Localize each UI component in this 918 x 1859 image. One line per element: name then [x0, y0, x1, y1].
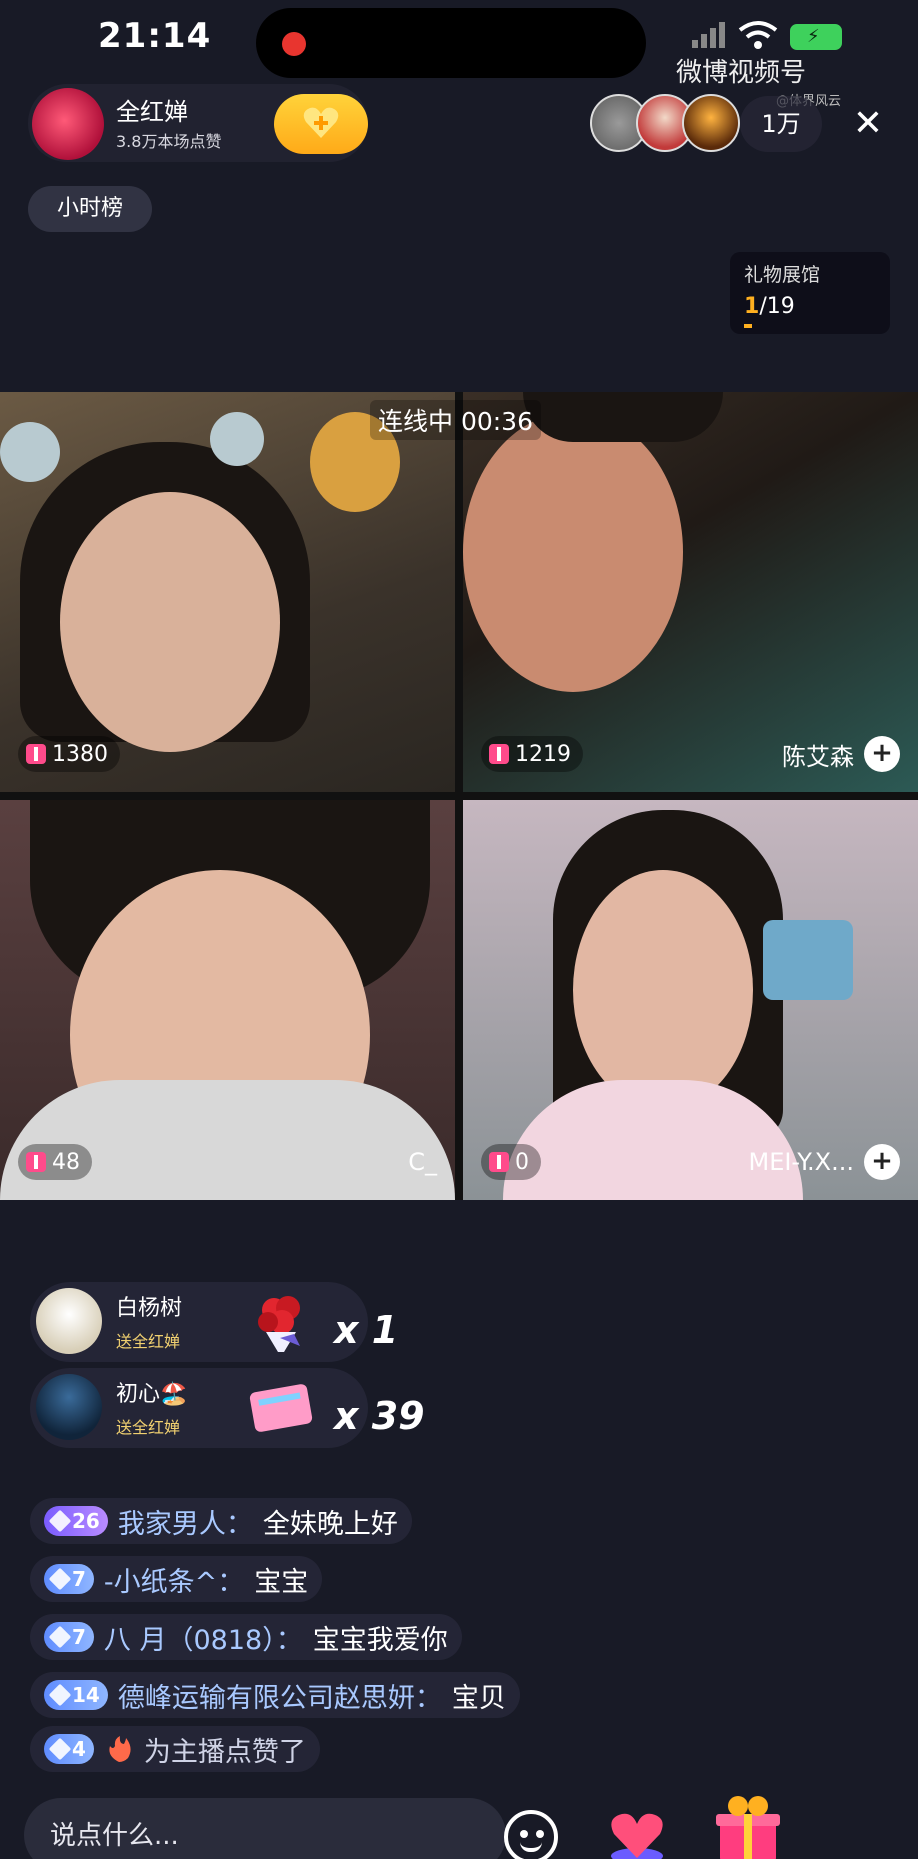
watermark-logo: 微博视频号	[676, 58, 807, 88]
score-icon	[26, 1152, 46, 1172]
viewer-count[interactable]: 1万	[740, 96, 822, 152]
level-badge: 7	[44, 1622, 94, 1652]
hourly-rank-tag[interactable]: 小时榜	[28, 186, 152, 232]
gem-icon	[48, 1683, 72, 1707]
rose-bouquet-icon	[258, 1296, 300, 1352]
tile-score: 1219	[481, 736, 583, 772]
chat-message[interactable]: 7 -小纸条^： 宝宝	[30, 1556, 323, 1602]
guest-name: 陈艾森 +	[782, 736, 900, 772]
chat-text: 宝宝	[254, 1566, 309, 1598]
heart-gift-icon[interactable]	[606, 1806, 668, 1859]
chat-message[interactable]: 7 八 月（0818）： 宝宝我爱你	[30, 1614, 462, 1660]
chat-text: 宝宝我爱你	[312, 1624, 448, 1656]
tile-score: 0	[481, 1144, 541, 1180]
avatar[interactable]	[36, 1374, 102, 1440]
battery-icon: ⚡	[790, 24, 842, 50]
level-value: 7	[72, 1567, 86, 1591]
gift-recipient: 送全红婵	[116, 1418, 181, 1437]
level-badge: 14	[44, 1680, 108, 1710]
gift-box-icon[interactable]	[708, 1786, 788, 1859]
gift-hall-count: 1/19	[744, 294, 795, 319]
pink-envelope-icon	[249, 1384, 313, 1432]
chat-username[interactable]: 我家男人：	[118, 1502, 253, 1541]
score-icon	[26, 744, 46, 764]
level-value: 7	[72, 1625, 86, 1649]
like-flame-icon	[109, 1736, 131, 1762]
chat-username[interactable]: 八 月（0818）：	[104, 1618, 303, 1657]
gift-notification: 初心🏖️ 送全红婵	[30, 1368, 368, 1448]
gem-icon	[48, 1509, 72, 1533]
dynamic-island	[256, 8, 646, 78]
gem-icon	[48, 1625, 72, 1649]
avatar[interactable]	[36, 1288, 102, 1354]
video-tile-guest[interactable]: 0 MEI-Y.X... +	[463, 800, 918, 1200]
video-tile-guest[interactable]: 48 C_	[0, 800, 455, 1200]
link-timer: 连线中 00:36	[370, 400, 541, 440]
gift-hall-label: 礼物展馆	[744, 264, 821, 286]
chat-message[interactable]: 14 德峰运输有限公司赵思妍： 宝贝	[30, 1672, 520, 1718]
video-tile-guest[interactable]: 1219 陈艾森 +	[463, 392, 918, 792]
gift-sender-name: 白杨树	[116, 1296, 183, 1321]
follow-guest-button[interactable]: +	[864, 1144, 900, 1180]
tile-score-value: 1219	[515, 741, 571, 767]
gift-sender-name: 初心🏖️	[116, 1382, 188, 1407]
level-value: 26	[72, 1509, 100, 1533]
chat-text: 全妹晚上好	[262, 1508, 398, 1540]
tile-score-value: 0	[515, 1149, 529, 1175]
host-avatar[interactable]	[32, 88, 104, 160]
comment-input[interactable]: 说点什么...	[24, 1798, 506, 1859]
heart-plus-icon	[303, 107, 339, 138]
follow-button[interactable]	[274, 94, 368, 154]
gem-icon	[48, 1567, 72, 1591]
video-grid: 1380 1219 陈艾森 + 48 C_ 0 MEI-Y.X... + 连线中 0…	[0, 392, 918, 1200]
chat-message[interactable]: 4 为主播点赞了	[30, 1726, 320, 1772]
host-likes: 3.8万本场点赞	[116, 132, 222, 151]
level-badge: 7	[44, 1564, 94, 1594]
guest-name: C_	[408, 1144, 437, 1180]
guest-name-text: C_	[408, 1148, 437, 1176]
chat-text: 宝贝	[451, 1682, 506, 1714]
score-icon	[489, 744, 509, 764]
level-badge: 4	[44, 1734, 94, 1764]
gem-icon	[48, 1737, 72, 1761]
score-icon	[489, 1152, 509, 1172]
tile-score: 48	[18, 1144, 92, 1180]
gift-recipient: 送全红婵	[116, 1332, 181, 1351]
host-name: 全红婵	[116, 98, 188, 126]
status-time: 21:14	[98, 16, 212, 56]
tile-score-value: 1380	[52, 741, 108, 767]
gift-notification: 白杨树 送全红婵	[30, 1282, 368, 1362]
tile-score: 1380	[18, 736, 120, 772]
close-icon[interactable]: ✕	[840, 96, 896, 152]
gift-hall[interactable]: 礼物展馆 1/19	[730, 252, 890, 334]
viewer-avatar[interactable]	[682, 94, 740, 152]
guest-name: MEI-Y.X... +	[748, 1144, 900, 1180]
follow-guest-button[interactable]: +	[864, 736, 900, 772]
chat-username[interactable]: 德峰运输有限公司赵思妍：	[118, 1676, 442, 1715]
recording-dot-icon	[282, 32, 306, 56]
level-value: 14	[72, 1683, 100, 1707]
chat-text: 为主播点赞了	[143, 1736, 306, 1768]
video-tile-host[interactable]: 1380	[0, 392, 455, 792]
signal-icon	[692, 22, 725, 48]
level-badge: 26	[44, 1506, 108, 1536]
tile-score-value: 48	[52, 1149, 80, 1175]
level-value: 4	[72, 1737, 86, 1761]
emoji-icon[interactable]	[504, 1810, 558, 1859]
chat-message[interactable]: 26 我家男人： 全妹晚上好	[30, 1498, 412, 1544]
guest-name-text: 陈艾森	[782, 742, 854, 771]
wifi-icon	[738, 21, 778, 49]
gift-multiplier: x 39	[334, 1394, 425, 1438]
guest-name-text: MEI-Y.X...	[748, 1148, 854, 1176]
chat-username[interactable]: -小纸条^：	[104, 1560, 244, 1599]
gift-multiplier: x 1	[334, 1308, 399, 1352]
gift-hall-progress	[744, 324, 752, 328]
